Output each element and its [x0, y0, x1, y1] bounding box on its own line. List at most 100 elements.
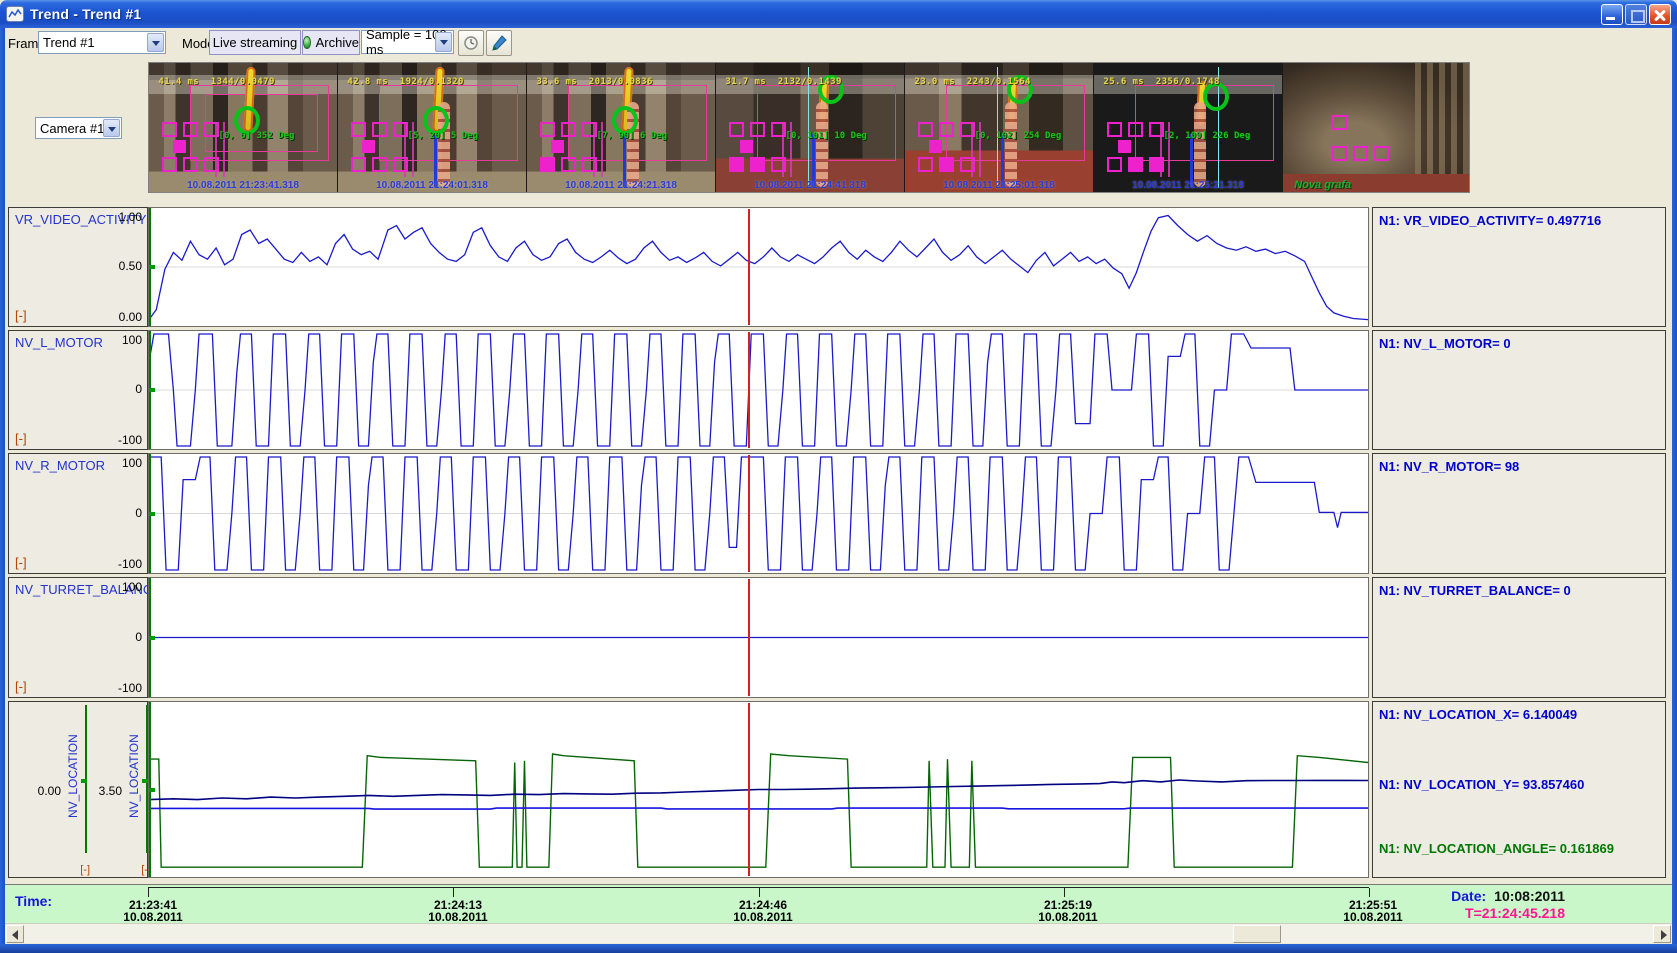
y-tick-min: -100: [118, 433, 142, 447]
plot-area[interactable]: [148, 577, 1369, 698]
y-tick-min: -100: [118, 557, 142, 571]
time-tick: 21:24:13 10.08.2011: [428, 899, 487, 923]
time-cursor[interactable]: [748, 332, 750, 448]
time-cursor[interactable]: [748, 579, 750, 696]
clock-icon: [463, 35, 479, 51]
channel-readout: N1: NV_TURRET_BALANCE= 0: [1379, 583, 1571, 598]
chevron-down-icon[interactable]: [435, 32, 452, 52]
readout-panel: N1: NV_R_MOTOR= 98: [1372, 453, 1666, 574]
frame-heading: [0, 0] 352 Deg: [219, 131, 295, 141]
frame-stats: 23.0 ms 2243/0.1564: [914, 77, 1091, 87]
y-tick-max: 100: [122, 333, 142, 347]
plot-area[interactable]: [148, 207, 1369, 327]
window-border: [0, 944, 1677, 953]
plot-area[interactable]: [148, 453, 1369, 574]
camera-frame-thumbnail[interactable]: 25.6 ms 2356/0.1748 [2, 109] 226 Deg 10.…: [1094, 63, 1282, 192]
camera-frame-thumbnail[interactable]: 41.4 ms 1344/0.0479 [0, 0] 352 Deg 10.08…: [149, 63, 337, 192]
axis-label: NV_LOCATION: [66, 713, 80, 839]
collapse-button[interactable]: [-]: [15, 555, 27, 570]
archive-orb-icon: [303, 36, 311, 49]
frame-stats: 31.7 ms 2132/0.1439: [725, 77, 902, 87]
camera-frame-thumbnail[interactable]: 23.0 ms 2243/0.1564 [0, 102] 254 Deg 10.…: [905, 63, 1093, 192]
channel-readout: N1: VR_VIDEO_ACTIVITY= 0.497716: [1379, 213, 1601, 228]
channel-readout-x: N1: NV_LOCATION_X= 6.140049: [1379, 707, 1577, 722]
collapse-button[interactable]: [-]: [15, 679, 27, 694]
camera-select[interactable]: Camera #1: [35, 117, 122, 139]
frame-stats: 42.8 ms 1924/0.1320: [347, 77, 524, 87]
frame-timestamp: 10.08.2011 21:24:41.318: [716, 180, 904, 191]
plot-area[interactable]: [148, 701, 1369, 878]
y-tick: 3.50: [99, 784, 122, 798]
y-tick-mid: 0: [135, 382, 142, 396]
time-tick: 21:23:41 10.08.2011: [123, 899, 182, 923]
frame-stats: 41.4 ms 1344/0.0479: [158, 77, 335, 87]
camera-frame-thumbnail[interactable]: 42.8 ms 1924/0.1320 [5, 20] 5 Deg 10.08.…: [338, 63, 526, 192]
readout-panel: N1: NV_LOCATION_X= 6.140049 N1: NV_LOCAT…: [1372, 701, 1666, 878]
scroll-right-button[interactable]: [1653, 925, 1671, 943]
frame-timestamp: 10.08.2011 21:25:21.318: [1094, 180, 1282, 191]
scroll-left-button[interactable]: [6, 925, 24, 943]
camera-frame-thumbnail[interactable]: 33.6 ms 2013/0.0836 [7, 90] 6 Deg 10.08.…: [527, 63, 715, 192]
time-ruler: [148, 887, 1369, 896]
pen-icon: [491, 35, 507, 51]
y-tick-mid: 0: [135, 506, 142, 520]
archive-label: Archive: [316, 35, 359, 50]
chevron-down-icon[interactable]: [147, 33, 164, 52]
refresh-button[interactable]: [458, 30, 484, 56]
minimize-button[interactable]: [1601, 4, 1623, 25]
y-tick-max: 100: [122, 456, 142, 470]
close-button[interactable]: [1649, 4, 1671, 25]
title-bar[interactable]: Trend - Trend #1: [0, 0, 1677, 28]
frame-heading: [0, 102] 254 Deg: [975, 131, 1062, 141]
time-cursor[interactable]: [748, 455, 750, 572]
channel-readout-angle: N1: NV_LOCATION_ANGLE= 0.161869: [1379, 841, 1614, 856]
maximize-button[interactable]: [1625, 4, 1647, 25]
cursor-time-value: T=21:24:45.218: [1465, 905, 1565, 921]
y-tick-min: 0.00: [119, 310, 142, 324]
collapse-button[interactable]: [-]: [15, 308, 27, 323]
y-axis: [149, 208, 151, 326]
channel-panel: NV_TURRET_BALANCE 100 0 -100 [-]: [8, 577, 148, 698]
archive-button[interactable]: Archive: [302, 30, 360, 55]
plot-area[interactable]: [148, 330, 1369, 450]
window-border: [1672, 28, 1677, 953]
y-tick: 0.00: [38, 784, 61, 798]
trend-row-nv-turret-balance: NV_TURRET_BALANCE 100 0 -100 [-] N1: NV_…: [0, 577, 1677, 698]
time-bar: Time: 21:23:41 10.08.2011 21:24:13 10.08…: [5, 884, 1672, 923]
readout-panel: N1: VR_VIDEO_ACTIVITY= 0.497716: [1372, 207, 1666, 327]
channel-panel: NV_L_MOTOR 100 0 -100 [-]: [8, 330, 148, 450]
camera-frame-thumbnail[interactable]: Nova grafa: [1283, 63, 1470, 192]
camera-frame-thumbnail[interactable]: 31.7 ms 2132/0.1439 [0, 101] 10 Deg 10.0…: [716, 63, 904, 192]
time-cursor[interactable]: [748, 209, 750, 325]
channel-panel: VR_VIDEO_ACTIVITY 1.00 0.50 0.00 [-]: [8, 207, 148, 327]
live-streaming-button[interactable]: Live streaming: [209, 30, 301, 55]
y-tick-min: -100: [118, 681, 142, 695]
date-value: 10:08:2011: [1494, 888, 1565, 904]
horizontal-scrollbar[interactable]: [5, 923, 1672, 943]
location-axis-1: 0.00 NV_LOCATION [-]: [23, 702, 87, 877]
frame-select[interactable]: Trend #1: [38, 31, 166, 54]
sample-select[interactable]: Sample = 100 ms: [361, 30, 454, 54]
scrollbar-thumb[interactable]: [1233, 925, 1281, 943]
date-label: Date:: [1451, 888, 1486, 904]
frame-timestamp: 10.08.2011 21:23:41.318: [149, 180, 337, 191]
time-label: Time:: [15, 893, 52, 909]
channel-readout: N1: NV_L_MOTOR= 0: [1379, 336, 1511, 351]
y-axis: [149, 331, 151, 449]
frame-timestamp: 10.08.2011 21:24:21.318: [527, 180, 715, 191]
edit-button[interactable]: [486, 30, 512, 56]
frame-timestamp: 10.08.2011 21:24:01.318: [338, 180, 526, 191]
y-axis: [149, 578, 151, 697]
target-ring-icon: [234, 106, 260, 135]
channel-panel: NV_R_MOTOR 100 0 -100 [-]: [8, 453, 148, 574]
chevron-down-icon[interactable]: [103, 119, 120, 137]
y-axis: [149, 702, 151, 877]
frame-timestamp: 10.08.2011 21:25:01.318: [905, 180, 1093, 191]
frame-heading: [2, 109] 226 Deg: [1164, 131, 1251, 141]
time-cursor[interactable]: [748, 703, 750, 876]
frame-select-value: Trend #1: [43, 35, 95, 50]
collapse-button[interactable]: [-]: [15, 431, 27, 446]
camera-filmstrip: 41.4 ms 1344/0.0479 [0, 0] 352 Deg 10.08…: [148, 62, 1470, 193]
camera-select-value: Camera #1: [40, 121, 104, 136]
frame-heading: [7, 90] 6 Deg: [597, 131, 667, 141]
